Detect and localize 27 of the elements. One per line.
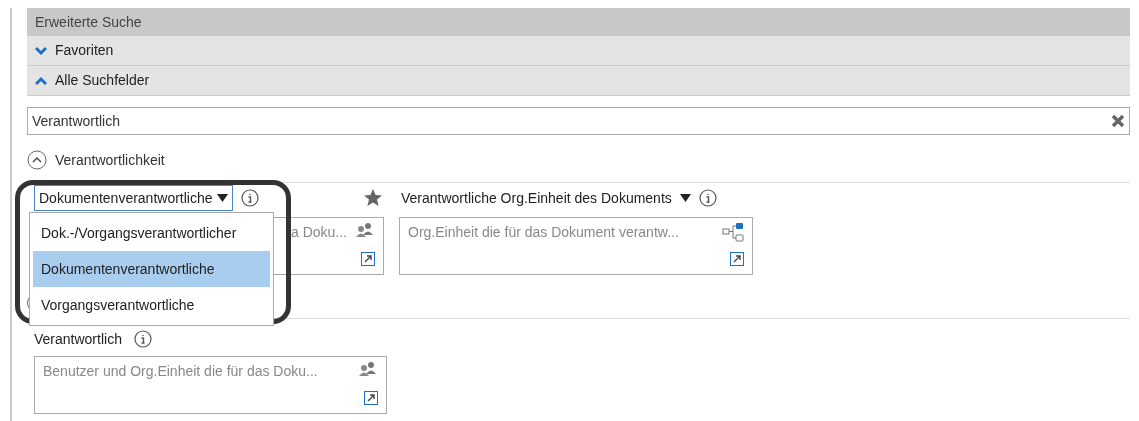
placeholder-text: Org.Einheit die für das Dokument verantw... — [408, 223, 679, 242]
close-icon[interactable] — [1111, 114, 1125, 128]
search-field[interactable]: Verantwortlich — [27, 107, 1130, 135]
panel-header: Erweiterte Suche — [27, 8, 1130, 36]
open-dialog-icon[interactable] — [730, 252, 744, 266]
input-field[interactable]: Benutzer und Org.Einheit die für das Doku... — [34, 356, 387, 414]
placeholder-text: a Doku... — [290, 223, 347, 242]
org-chart-icon[interactable] — [722, 222, 744, 242]
field-label[interactable]: Verantwortliche Org.Einheit des Dokuments — [401, 187, 672, 209]
section-header[interactable]: Alle Suchfelder — [27, 66, 1130, 96]
info-icon[interactable] — [240, 189, 259, 207]
field-label: Verantwortlich — [34, 329, 122, 349]
people-icon[interactable] — [358, 361, 378, 377]
placeholder-text: Benutzer und Org.Einheit die für das Doku... — [43, 362, 318, 381]
field-dropdown[interactable]: Dokumentenverantwortliche — [34, 185, 233, 211]
info-icon[interactable] — [698, 189, 717, 207]
caret-icon[interactable] — [216, 194, 228, 202]
input-field[interactable]: Org.Einheit die für das Dokument verantw... — [399, 217, 753, 275]
section-header[interactable]: Favoriten — [27, 36, 1130, 66]
dropdown-option[interactable]: Dokumentenverantwortliche — [33, 251, 270, 287]
info-icon[interactable] — [133, 330, 152, 348]
caret-icon[interactable] — [679, 194, 691, 202]
open-dialog-icon[interactable] — [361, 252, 375, 266]
people-icon[interactable] — [355, 222, 375, 238]
open-dialog-icon[interactable] — [364, 391, 378, 405]
group-toggle[interactable]: Verantwortlichkeit — [27, 147, 1130, 173]
star-icon[interactable] — [363, 188, 383, 208]
